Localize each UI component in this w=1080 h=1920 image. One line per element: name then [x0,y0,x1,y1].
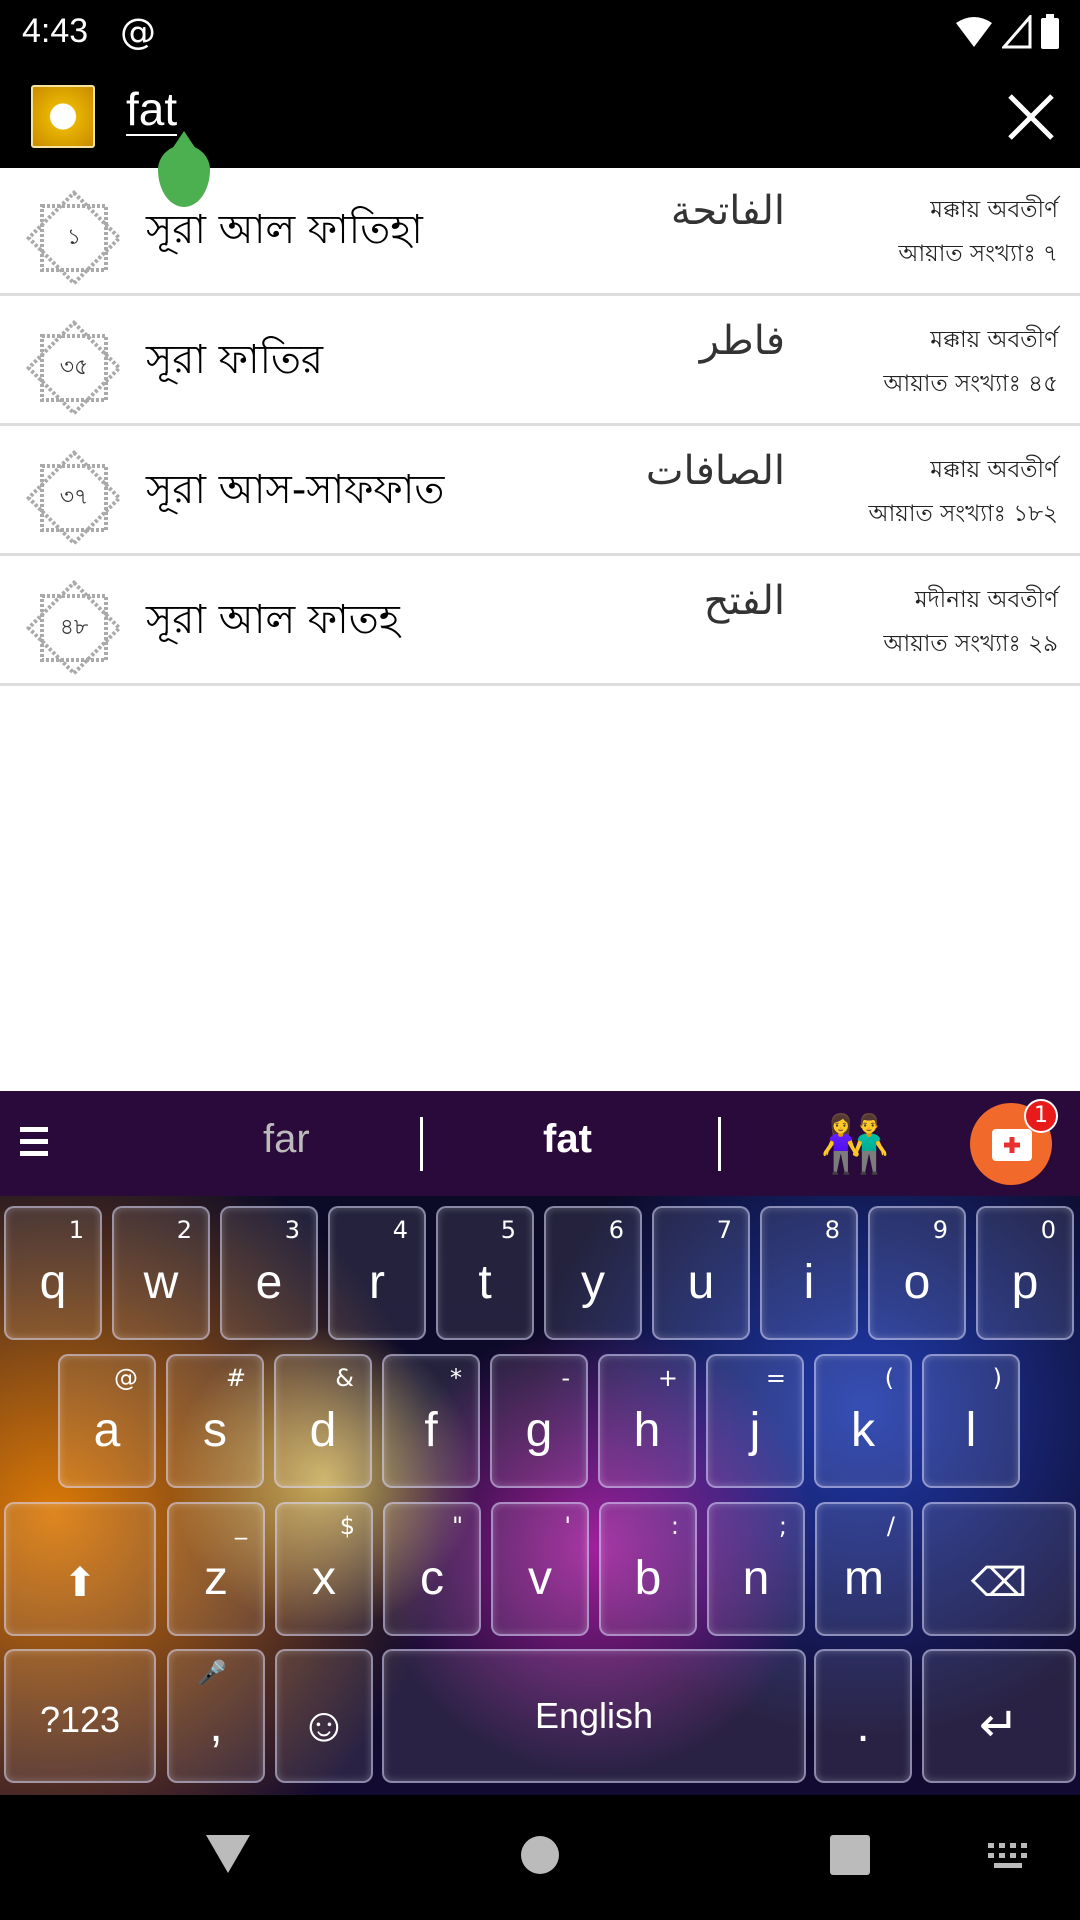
back-icon[interactable] [206,1835,250,1875]
suggestion-far[interactable]: far [263,1117,310,1162]
backspace-icon: ⌫ [970,1561,1028,1605]
verse-count: আয়াত সংখ্যাঃ ৪৫ [883,371,1058,397]
comma-key[interactable]: 🎤, [167,1649,265,1783]
surah-name: সূরা ফাতির [146,337,324,383]
clock: 4:43 [22,12,89,50]
surah-name: সূরা আল ফাতিহা [146,207,423,253]
notification-icon: @ [120,12,156,53]
revelation-place: মক্কায় অবতীর্ণ [930,457,1058,483]
smiley-icon: ☺ [299,1699,349,1752]
key-y[interactable]: 6y [544,1206,642,1340]
surah-name: সূরা আল ফাতহ [146,597,400,643]
key-m[interactable]: / m [815,1502,913,1636]
surah-arabic-name: فاطر [699,318,785,364]
key-t[interactable]: 5t [436,1206,534,1340]
surah-number-badge: ৪৮ [24,578,124,678]
menu-icon[interactable] [20,1127,48,1157]
key-w[interactable]: 2w [112,1206,210,1340]
surah-arabic-name: الصافات [645,448,785,494]
surah-number-badge: ১ [24,188,124,288]
key-l[interactable]: ) l [922,1354,1020,1488]
divider [718,1117,721,1171]
key-p[interactable]: 0p [976,1206,1074,1340]
key-n[interactable]: ; n [707,1502,805,1636]
app-logo [31,85,95,148]
key-f[interactable]: * f [382,1354,480,1488]
verse-count: আয়াত সংখ্যাঃ ৭ [898,241,1058,267]
key-a[interactable]: @ a [58,1354,156,1488]
family-emoji-icon[interactable]: 👫 [820,1111,890,1177]
key-d[interactable]: & d [274,1354,372,1488]
key-o[interactable]: 9o [868,1206,966,1340]
surah-arabic-name: الفتح [703,578,785,624]
key-r[interactable]: 4r [328,1206,426,1340]
backspace-key[interactable]: ⌫ [922,1502,1076,1636]
app-promo-button[interactable]: 1 [970,1099,1058,1185]
key-g[interactable]: -g [490,1354,588,1488]
notification-badge: 1 [1024,1099,1058,1133]
key-s[interactable]: # s [166,1354,264,1488]
key-j[interactable]: = j [706,1354,804,1488]
suggestion-fat[interactable]: fat [543,1117,592,1162]
surah-list-item[interactable]: ৩৭ সূরা আস-সাফফাত الصافات মক্কায় অবতীর্… [0,428,1080,556]
key-c[interactable]: " c [383,1502,481,1636]
keyboard: far fat 👫 1 1 q 2 w 3 e 4 r 5 t 6 y 7 u 8 i 9 o 0 p @ a # s & d * f… [0,1091,1080,1795]
verse-count: আয়াত সংখ্যাঃ ১৮২ [868,501,1058,527]
key-i[interactable]: 8i [760,1206,858,1340]
key-v[interactable]: ' v [491,1502,589,1636]
surah-number-badge: ৩৫ [24,318,124,418]
signal-icon [1002,15,1032,49]
enter-key[interactable]: ↵ [922,1649,1076,1783]
wifi-icon [956,17,992,47]
close-icon[interactable] [1006,92,1056,142]
key-q[interactable]: 1q [4,1206,102,1340]
surah-list-item[interactable]: ৪৮ সূরা আল ফাতহ الفتح মদীনায় অবতীর্ণ আয়… [0,558,1080,686]
key-b[interactable]: :b [599,1502,697,1636]
home-icon[interactable] [520,1835,560,1875]
key-e[interactable]: 3e [220,1206,318,1340]
surah-name: সূরা আস-সাফফাত [146,467,445,513]
space-key[interactable]: English [382,1649,806,1783]
surah-list-item[interactable]: ৩৫ সূরা ফাতির فاطر মক্কায় অবতীর্ণ আয়াত … [0,298,1080,426]
keyboard-switch-icon[interactable] [988,1843,1028,1869]
battery-icon [1041,14,1059,49]
verse-count: আয়াত সংখ্যাঃ ২৯ [883,631,1058,657]
key-x[interactable]: $ x [275,1502,373,1636]
shift-icon: ⬆ [63,1561,97,1605]
suggestion-bar: far fat 👫 1 [0,1091,1080,1196]
recents-icon[interactable] [830,1835,870,1875]
key-z[interactable]: _ z [167,1502,265,1636]
key-u[interactable]: 7u [652,1206,750,1340]
emoji-key[interactable]: ☺ [275,1649,373,1783]
search-input[interactable]: fat [126,84,178,136]
key-k[interactable]: (k [814,1354,912,1488]
period-key[interactable]: . [814,1649,912,1783]
mic-icon: 🎤 [197,1659,227,1687]
status-bar: 4:43 @ [0,0,1080,68]
divider [420,1117,423,1171]
revelation-place: মক্কায় অবতীর্ণ [930,327,1058,353]
symbols-key[interactable]: ?123 [4,1649,156,1783]
app-bar: fat [0,68,1080,168]
enter-icon: ↵ [978,1699,1020,1752]
surah-arabic-name: الفاتحة [670,188,785,234]
shift-key[interactable]: ⬆ [4,1502,156,1636]
key-h[interactable]: + h [598,1354,696,1488]
surah-number-badge: ৩৭ [24,448,124,548]
navigation-bar [0,1795,1080,1920]
revelation-place: মক্কায় অবতীর্ণ [930,197,1058,223]
revelation-place: মদীনায় অবতীর্ণ [914,587,1058,613]
